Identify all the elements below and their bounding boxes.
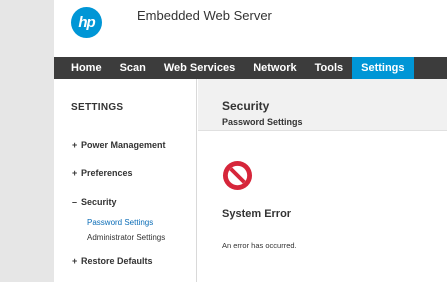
expand-icon: +	[72, 140, 78, 150]
hp-logo[interactable]: hp	[71, 7, 102, 38]
nav-tab-web-services[interactable]: Web Services	[155, 57, 244, 79]
app-title: Embedded Web Server	[137, 8, 272, 23]
sidebar-item-label: Restore Defaults	[81, 256, 153, 266]
error-title: System Error	[222, 208, 292, 220]
sidebar-item-label: Power Management	[81, 140, 166, 150]
error-message: An error has occurred.	[222, 241, 297, 250]
left-gutter	[0, 0, 54, 282]
sidebar-item-security[interactable]: – Security	[72, 197, 117, 207]
main-nav: Home Scan Web Services Network Tools Set…	[54, 57, 447, 79]
sidebar-item-restore-defaults[interactable]: + Restore Defaults	[72, 256, 153, 266]
nav-tab-tools[interactable]: Tools	[306, 57, 353, 79]
nav-tab-settings[interactable]: Settings	[352, 57, 414, 79]
nav-tab-home[interactable]: Home	[54, 57, 111, 79]
page-title: Security	[222, 99, 270, 113]
collapse-icon: –	[72, 197, 78, 207]
sidebar-subitem-password-settings[interactable]: Password Settings	[87, 218, 153, 227]
header: hp Embedded Web Server	[54, 0, 447, 57]
expand-icon: +	[72, 168, 78, 178]
sidebar-item-preferences[interactable]: + Preferences	[72, 168, 133, 178]
nav-tab-scan[interactable]: Scan	[111, 57, 155, 79]
sidebar-item-power-management[interactable]: + Power Management	[72, 140, 166, 150]
sidebar: SETTINGS + Power Management + Preferences …	[54, 79, 197, 282]
sidebar-subitem-administrator-settings[interactable]: Administrator Settings	[87, 233, 165, 242]
sidebar-item-label: Security	[81, 197, 117, 207]
logo-text: hp	[78, 14, 95, 31]
nav-tab-network[interactable]: Network	[244, 57, 305, 79]
sidebar-item-label: Preferences	[81, 168, 133, 178]
sidebar-title: SETTINGS	[71, 102, 124, 113]
page-subtitle: Password Settings	[222, 117, 303, 127]
expand-icon: +	[72, 256, 78, 266]
no-entry-icon	[222, 160, 253, 191]
content-header: Security Password Settings	[198, 79, 447, 131]
